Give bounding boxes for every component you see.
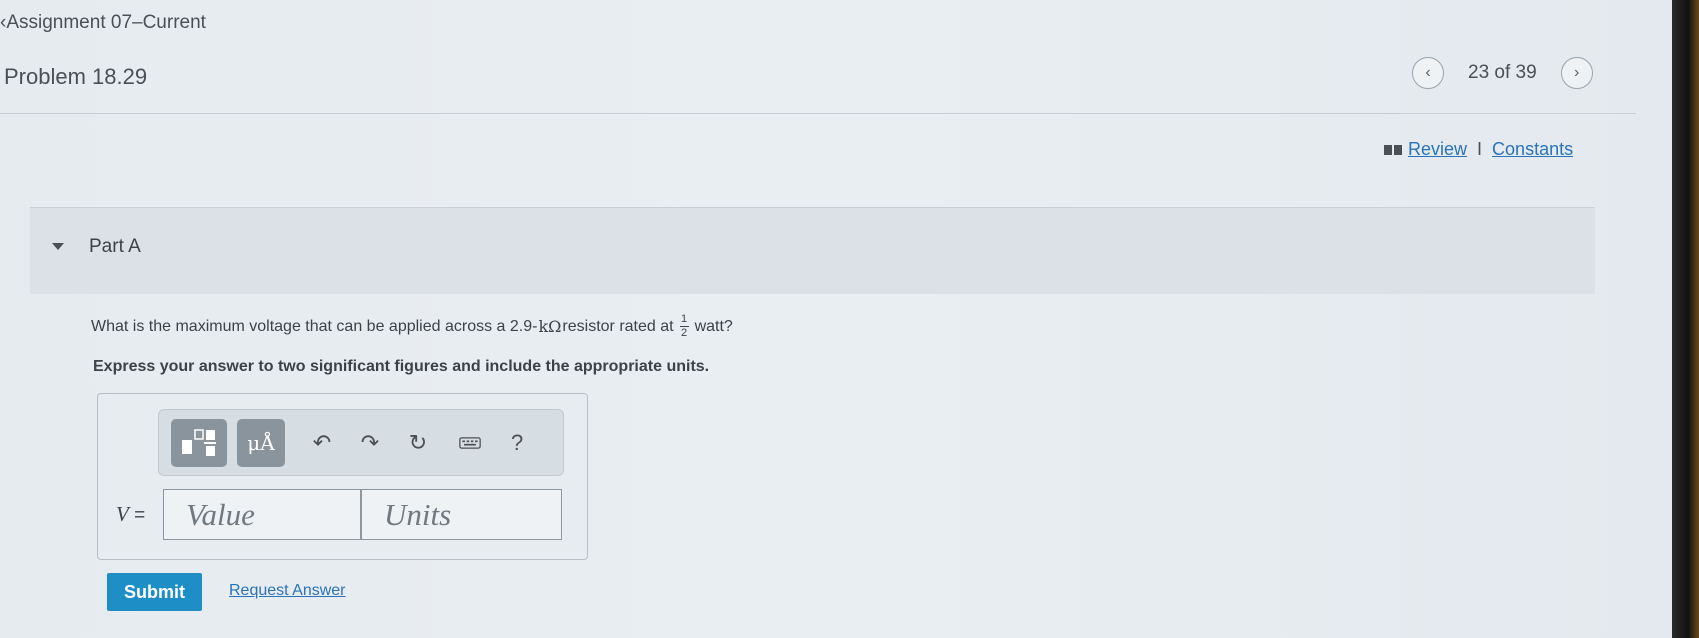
question-suffix: watt? (694, 317, 733, 335)
templates-button[interactable] (171, 418, 227, 467)
pager-position: 23 of 39 (1468, 62, 1537, 83)
submit-button[interactable]: Submit (107, 573, 202, 611)
keyboard-icon[interactable] (459, 435, 481, 451)
units-input[interactable] (361, 489, 562, 540)
fraction-denominator: 2 (681, 327, 688, 339)
part-a-header[interactable] (30, 207, 1595, 294)
problem-title: Problem 18.29 (4, 64, 148, 89)
value-input[interactable] (163, 489, 361, 540)
request-answer-link[interactable]: Request Answer (229, 582, 346, 600)
math-toolbar: μÅ ↶ ↷ ↻ ? (158, 409, 564, 476)
constants-link[interactable]: Constants (1492, 139, 1573, 160)
help-button[interactable]: ? (511, 430, 523, 456)
redo-icon[interactable]: ↷ (359, 430, 381, 456)
review-link[interactable]: Review (1408, 139, 1467, 160)
equals-sign: = (134, 505, 146, 526)
fraction-template-icon (182, 428, 216, 456)
screen-bezel (1672, 0, 1699, 638)
question-text: What is the maximum voltage that can be … (91, 314, 733, 339)
undo-icon[interactable]: ↶ (311, 430, 333, 456)
collapse-caret-icon[interactable] (52, 243, 64, 250)
resource-links: Review I Constants (1384, 139, 1573, 160)
chevron-right-icon: › (1574, 64, 1580, 81)
book-icon (1384, 144, 1402, 155)
next-problem-button[interactable]: › (1560, 57, 1593, 89)
assignment-name: Assignment 07–Current (6, 12, 206, 33)
question-unit: kΩ (538, 317, 562, 336)
units-button[interactable]: μÅ (237, 418, 285, 467)
reset-icon[interactable]: ↻ (407, 430, 429, 456)
question-middle: resistor rated at (562, 317, 674, 335)
problem-pager: ‹ 23 of 39 › (1412, 57, 1593, 89)
back-to-assignment-link[interactable]: ‹Assignment 07–Current (0, 12, 206, 34)
question-prefix: What is the maximum voltage that can be … (91, 317, 538, 335)
link-separator: I (1477, 139, 1483, 159)
answer-instruction: Express your answer to two significant f… (93, 358, 710, 375)
fraction-one-half: 1 2 (679, 313, 689, 339)
header-divider (0, 113, 1636, 114)
variable-label: V = (116, 502, 145, 527)
fraction-numerator: 1 (681, 313, 688, 325)
variable-symbol: V (116, 502, 129, 526)
page: ‹Assignment 07–Current Problem 18.29 ‹ 2… (0, 0, 1672, 638)
chevron-left-icon: ‹ (1425, 64, 1431, 81)
previous-problem-button[interactable]: ‹ (1412, 57, 1444, 89)
part-title: Part A (89, 236, 141, 257)
